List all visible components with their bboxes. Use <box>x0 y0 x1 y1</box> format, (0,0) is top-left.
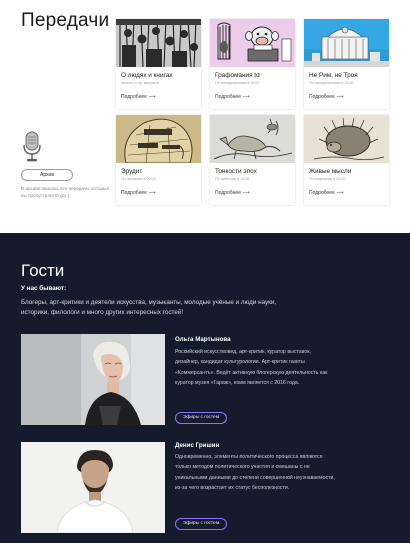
show-card-more-link[interactable]: Подробнее ⟶ <box>121 190 156 196</box>
show-card-title: Тонкости эпох <box>215 168 257 175</box>
shows-section: Передачи Архив В архиве пишешь все перед… <box>0 0 410 233</box>
show-card-schedule: Анонсы и пр. выпусков <box>121 81 160 85</box>
show-card-title: Живые мысли <box>309 168 352 175</box>
show-card-schedule: По субботам в 18:00 <box>215 177 250 181</box>
phrenology-head-icon <box>116 115 201 163</box>
monkey-typewriter-icon <box>210 19 295 67</box>
show-card-title: О людях и книгах <box>121 72 173 79</box>
show-card-title: Графомания td <box>215 72 260 79</box>
microphone-icon <box>21 131 43 163</box>
crowd-engraving-icon <box>116 19 201 67</box>
show-card-more-link[interactable]: Подробнее ⟶ <box>215 94 250 100</box>
show-card-schedule: По понедельникам в 20:00 <box>309 81 354 85</box>
show-card-more-link[interactable]: Подробнее ⟶ <box>121 94 156 100</box>
guest-name: Денис Гришин <box>175 442 220 449</box>
show-card-o-lyudyakh[interactable]: О людях и книгах Анонсы и пр. выпусков П… <box>116 19 201 109</box>
show-card-schedule: По понедельникам в 20:00 <box>215 81 260 85</box>
show-card-schedule: По вторникам в 20:00 <box>309 177 346 181</box>
fox-and-bird-icon <box>210 115 295 163</box>
show-card-erudit[interactable]: Эрудит По пятницам в 00:00 Подробнее ⟶ <box>116 115 201 205</box>
guest-bio: Российский искусствовед, арт-критик, кур… <box>175 349 328 386</box>
show-card-ne-rim[interactable]: Не Рим, не Троя По понедельникам в 20:00… <box>304 19 389 109</box>
guest-name: Ольга Мартынова <box>175 336 231 343</box>
show-card-more-link[interactable]: Подробнее ⟶ <box>309 94 344 100</box>
archive-note: В архиве пишешь все передачи, которые вы… <box>21 186 109 198</box>
guests-section: Гости У нас бывают: Блогеры, арт-критики… <box>0 233 410 543</box>
show-card-schedule: По пятницам в 00:00 <box>121 177 156 181</box>
guests-title: Гости <box>21 261 65 280</box>
guests-description: Блогеры, арт-критики и деятели искусства… <box>21 299 277 316</box>
hedgehog-engraving-icon <box>304 115 389 163</box>
guest-broadcasts-button[interactable]: Эфиры с гостем <box>175 412 227 424</box>
show-card-more-link[interactable]: Подробнее ⟶ <box>309 190 344 196</box>
show-card-title: Эрудит <box>121 168 143 175</box>
roman-ruins-icon <box>304 19 389 67</box>
show-card-grafomaniya[interactable]: Графомания td По понедельникам в 20:00 П… <box>210 19 295 109</box>
guest-bio: Одновременно, элементы политического про… <box>175 454 335 491</box>
guest-photo-grishin <box>21 442 165 533</box>
guests-subtitle: У нас бывают: <box>21 285 67 292</box>
show-card-zhivye-mysli[interactable]: Живые мысли По вторникам в 20:00 Подробн… <box>304 115 389 205</box>
guest-broadcasts-button[interactable]: Эфиры с гостем <box>175 518 227 530</box>
guest-photo-martynova <box>21 334 165 425</box>
show-card-tonkosti[interactable]: Тонкости эпох По субботам в 18:00 Подроб… <box>210 115 295 205</box>
archive-button[interactable]: Архив <box>21 169 73 181</box>
show-card-more-link[interactable]: Подробнее ⟶ <box>215 190 250 196</box>
shows-title: Передачи <box>21 10 110 31</box>
show-card-title: Не Рим, не Троя <box>309 72 358 79</box>
